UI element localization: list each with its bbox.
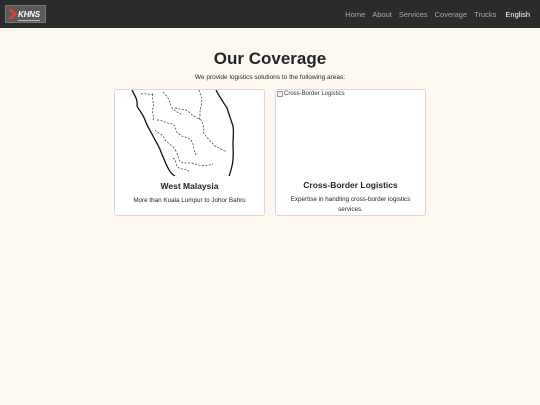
nav-link-about[interactable]: About (372, 10, 392, 19)
map-of-west-malaysia-icon (131, 90, 235, 177)
brand-text: KHNS (18, 9, 40, 19)
nav-link-coverage[interactable]: Coverage (435, 10, 468, 19)
card-text-cross-border: Expertise in handling cross-border logis… (290, 195, 411, 213)
nav-link-services[interactable]: Services (399, 10, 428, 19)
broken-image: Cross-Border Logistics (277, 91, 345, 97)
card-title-west-malaysia: West Malaysia (160, 181, 219, 191)
chevron-logo-icon (8, 9, 17, 19)
coverage-card-west-malaysia: West Malaysia More than Kuala Lumpur to … (114, 89, 265, 216)
nav-links: Home About Services Coverage Trucks Engl… (338, 10, 530, 19)
coverage-card-cross-border: Cross-Border Logistics Cross-Border Logi… (275, 89, 426, 216)
page-title: Our Coverage (213, 49, 327, 68)
language-selector[interactable]: English (505, 10, 530, 19)
image-alt-text: Cross-Border Logistics (284, 91, 345, 97)
broken-image-icon (277, 91, 283, 97)
brand-logo[interactable]: KHNS (5, 5, 46, 23)
nav-link-home[interactable]: Home (345, 10, 365, 19)
navbar: KHNS Home About Services Coverage Trucks… (0, 0, 540, 28)
nav-link-trucks[interactable]: Trucks (474, 10, 496, 19)
card-title-cross-border: Cross-Border Logistics (303, 179, 398, 190)
brand-underline (18, 20, 40, 21)
west-malaysia-map-image (115, 90, 264, 177)
card-text-west-malaysia: More than Kuala Lumpur to Johor Bahru (133, 197, 246, 204)
page-subtitle: We provide logistics solutions to the fo… (194, 74, 346, 81)
coverage-cards: West Malaysia More than Kuala Lumpur to … (0, 89, 540, 216)
cross-border-image: Cross-Border Logistics (276, 90, 425, 175)
